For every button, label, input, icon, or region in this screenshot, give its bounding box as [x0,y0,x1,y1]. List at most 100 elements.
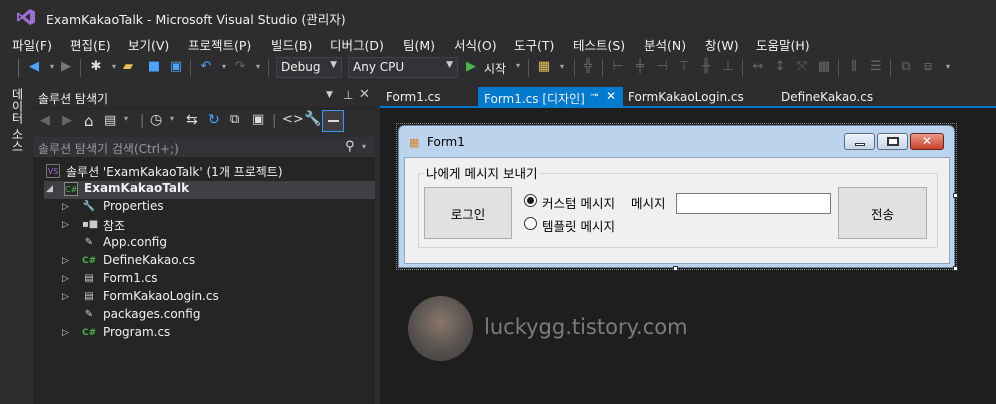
menu-format[interactable]: 서식(O) [454,35,497,54]
search-icon[interactable]: ⚲ [345,139,355,154]
chevron-down-icon[interactable]: ▾ [362,142,366,151]
size-to-grid-icon[interactable]: ▩ [816,59,832,75]
toolbar-overflow-icon[interactable]: ▾ [940,59,956,75]
toolbar-separator: | [272,113,277,128]
menu-view[interactable]: 보기(V) [128,35,169,54]
align-rights-icon[interactable]: ⊣ [654,59,670,75]
make-same-size-icon[interactable]: ⤧ [794,59,810,75]
back-icon[interactable]: ◀ [26,59,42,75]
align-bottoms-icon[interactable]: ⊥ [720,59,736,75]
save-icon[interactable]: ■ [146,59,162,75]
forward-icon[interactable]: ▶ [58,59,74,75]
collapsed-arrow-icon[interactable]: ▷ [62,220,69,230]
menu-team[interactable]: 팀(M) [403,35,435,54]
maximize-button[interactable] [877,133,908,150]
close-button[interactable]: ✕ [910,133,944,150]
tab-formkakaologin[interactable]: FormKakaoLogin.cs [622,88,750,107]
collapsed-arrow-icon[interactable]: ▷ [62,292,69,302]
tab-label: Form1.cs [386,90,441,104]
home-icon[interactable]: ⌂ [84,112,94,130]
play-icon: ▶ [466,59,476,74]
tab-label: FormKakaoLogin.cs [628,90,744,104]
tree-item-label: App.config [103,235,167,249]
find-in-files-icon[interactable]: ▦ [536,59,552,75]
save-all-icon[interactable]: ▣ [168,59,184,75]
menu-tools[interactable]: 도구(T) [514,35,554,54]
close-icon[interactable]: ✕ [359,87,370,102]
solution-icon: VS [46,164,60,178]
collapsed-arrow-icon[interactable]: ▷ [62,274,69,284]
collapse-all-icon[interactable]: ⧉ [230,112,239,127]
collapsed-arrow-icon[interactable]: ▷ [62,202,69,212]
tab-definekakao[interactable]: DefineKakao.cs [775,88,879,107]
menu-window[interactable]: 창(W) [705,35,739,54]
menu-debug[interactable]: 디버그(D) [330,35,384,54]
pin-icon[interactable]: ⊥ [343,88,353,102]
horizontal-spacing-icon[interactable]: ⫼ [846,59,862,75]
message-input[interactable] [676,193,831,214]
make-same-height-icon[interactable]: ↕ [772,59,788,75]
preview-selected-items-button[interactable] [322,110,344,132]
login-button-label: 로그인 [450,206,486,222]
align-middles-icon[interactable]: ╫ [698,59,714,75]
collapsed-arrow-icon[interactable]: ▷ [62,256,69,266]
minimize-button[interactable] [844,133,875,150]
collapsed-arrow-icon[interactable]: ▷ [62,328,69,338]
view-code-icon[interactable]: <> [282,112,304,127]
resize-handle-bottom-right[interactable] [953,266,958,271]
pin-icon[interactable]: ⊸ [590,90,598,101]
send-button[interactable]: 전송 [838,187,927,239]
menu-analyze[interactable]: 분석(N) [644,35,686,54]
vertical-spacing-icon[interactable]: ☰ [868,59,884,75]
bring-to-front-icon[interactable]: ⧉ [898,59,914,75]
menu-build[interactable]: 빌드(B) [271,35,312,54]
switch-views-icon[interactable]: ▤ [104,113,116,128]
redo-icon[interactable]: ↷ [232,59,248,75]
tab-form1-code[interactable]: Form1.cs [380,88,447,107]
toolbar-overflow-icon[interactable]: ▾ [554,59,570,75]
toolbar-grip[interactable] [18,59,19,77]
chevron-down-icon[interactable]: ▾ [216,59,232,75]
close-icon[interactable]: ✕ [606,89,616,103]
start-button[interactable]: ▶ 시작 ▾ [466,58,524,78]
open-folder-icon[interactable]: ▰ [120,59,136,75]
side-tab-label: 데이터 소스 [10,88,24,152]
menu-help[interactable]: 도움말(H) [756,35,810,54]
pending-changes-filter-icon[interactable]: ◷ [150,112,162,128]
forward-icon[interactable]: ▶ [62,113,72,128]
radio-template-message[interactable] [524,217,537,230]
align-centers-icon[interactable]: ╪ [632,59,648,75]
configuration-select[interactable]: Debug ▼ [276,57,342,78]
menu-project[interactable]: 프로젝트(P) [188,35,251,54]
config-file-icon: ✎ [84,309,94,320]
resize-handle-bottom[interactable] [673,266,678,271]
menu-file[interactable]: 파일(F) [12,35,52,54]
menu-edit[interactable]: 편집(E) [70,35,111,54]
chevron-down-icon[interactable]: ▾ [124,114,128,123]
align-lefts-icon[interactable]: ⊢ [610,59,626,75]
align-tops-icon[interactable]: ⊤ [676,59,692,75]
show-all-files-icon[interactable]: ▣ [252,112,264,127]
tree-project-node[interactable]: ◢ C# ExamKakaoTalk [44,181,375,199]
radio-custom-message[interactable] [524,194,537,207]
tab-form1-design[interactable]: Form1.cs [디자인] ⊸ ✕ [478,88,616,107]
properties-wrench-icon[interactable]: 🔧 [304,111,321,127]
platform-select[interactable]: Any CPU ▼ [348,57,458,78]
refresh-icon[interactable]: ↻ [208,112,220,128]
chevron-down-icon[interactable]: ▾ [250,59,266,75]
send-to-back-icon[interactable]: ⧈ [920,59,936,75]
panel-menu-icon[interactable]: ▼ [326,90,333,100]
chevron-down-icon[interactable]: ▾ [170,114,174,123]
menu-test[interactable]: 테스트(S) [573,35,625,54]
align-to-grid-icon[interactable]: ╬ [580,59,596,75]
expanded-arrow-icon[interactable]: ◢ [46,184,53,194]
configuration-value: Debug [281,60,321,74]
new-project-icon[interactable]: ✱ [88,59,104,75]
sync-with-active-document-icon[interactable]: ⇆ [186,112,198,128]
login-button[interactable]: 로그인 [424,187,512,239]
make-same-width-icon[interactable]: ↔ [750,59,766,75]
resize-handle-right[interactable] [953,193,958,198]
back-icon[interactable]: ◀ [40,113,50,128]
menu-bar: 파일(F) 편집(E) 보기(V) 프로젝트(P) 빌드(B) 디버그(D) 팀… [0,32,996,54]
undo-icon[interactable]: ↶ [198,59,214,75]
